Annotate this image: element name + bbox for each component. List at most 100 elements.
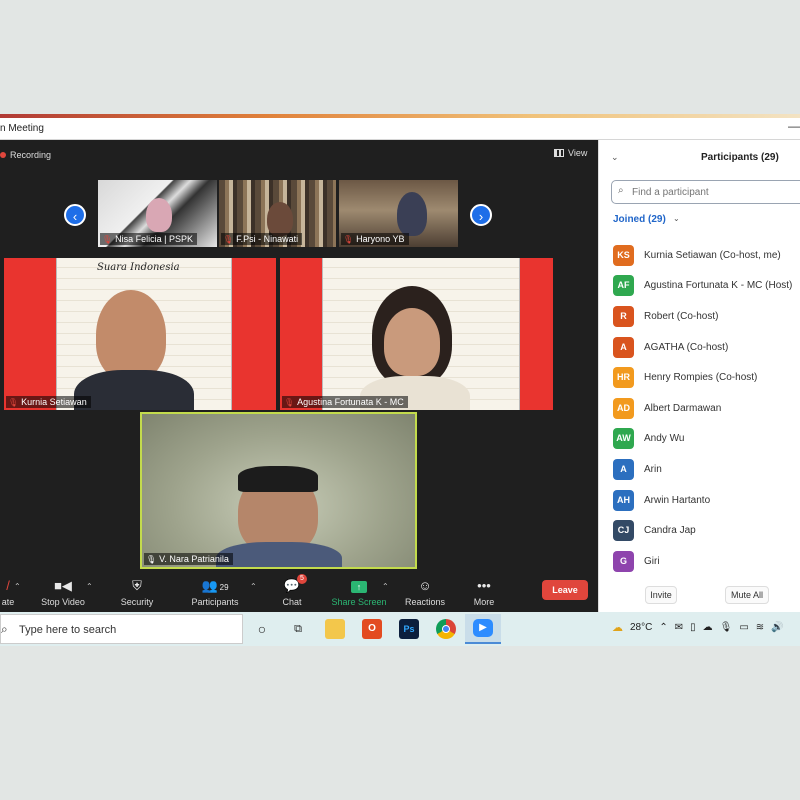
participant-row[interactable]: R Robert (Co-host) bbox=[613, 301, 800, 332]
volume-icon[interactable]: 🔊 bbox=[771, 622, 783, 633]
participants-panel: ⌄ Participants (29) ⌕ Joined (29) ⌄ KS Ku… bbox=[598, 140, 800, 612]
chrome-center-icon bbox=[442, 625, 450, 633]
weather-icon[interactable]: ☁ bbox=[612, 621, 623, 634]
file-explorer-icon[interactable] bbox=[325, 619, 345, 639]
participant-video bbox=[238, 466, 318, 492]
search-icon: ⌕ bbox=[618, 185, 624, 196]
participant-video bbox=[216, 542, 342, 567]
participant-name-label: 🎙 V. Nara Patrianila bbox=[144, 553, 233, 565]
chevron-up-icon[interactable]: ⌃ bbox=[86, 582, 93, 591]
security-label: Security bbox=[120, 597, 154, 607]
participant-row[interactable]: CJ Candra Jap bbox=[613, 515, 800, 546]
participants-count: 29 bbox=[219, 583, 229, 592]
participants-button[interactable]: 👥 29 Participants bbox=[186, 578, 244, 607]
chevron-up-icon[interactable]: ⌃ bbox=[14, 582, 21, 591]
taskbar: ⌕ Type here to search ○ ⧉ O Ps ▶ ☁ 28°C … bbox=[0, 612, 800, 646]
task-view-icon[interactable]: ⧉ bbox=[288, 619, 308, 639]
invite-button[interactable]: Invite bbox=[645, 586, 677, 604]
joined-section-label[interactable]: Joined (29) bbox=[613, 214, 666, 225]
cortana-icon[interactable]: ○ bbox=[252, 619, 272, 639]
leave-button[interactable]: Leave bbox=[542, 580, 588, 600]
participant-name-label: 🎙 Nisa Felicia | PSPK bbox=[100, 233, 198, 245]
video-thumbnail[interactable]: 🎙 Haryono YB bbox=[339, 180, 458, 247]
participant-name: Agustina Fortunata K - MC bbox=[297, 397, 404, 407]
participant-row[interactable]: A AGATHA (Co-host) bbox=[613, 332, 800, 363]
participant-name: Robert (Co-host) bbox=[644, 310, 719, 322]
participant-search[interactable]: ⌕ bbox=[611, 180, 800, 204]
chat-unread-badge: 5 bbox=[297, 574, 307, 584]
mic-icon: 🎙 bbox=[146, 554, 157, 564]
participant-row[interactable]: G Giri bbox=[613, 546, 800, 577]
chevron-down-icon[interactable]: ⌄ bbox=[611, 152, 619, 163]
avatar: KS bbox=[613, 244, 634, 266]
video-thumbnail[interactable]: 🎙 Nisa Felicia | PSPK bbox=[98, 180, 217, 247]
participant-row[interactable]: AF Agustina Fortunata K - MC (Host) bbox=[613, 271, 800, 302]
chevron-up-icon[interactable]: ⌃ bbox=[250, 582, 257, 591]
chat-label: Chat bbox=[282, 597, 302, 607]
participant-row[interactable]: HR Henry Rompies (Co-host) bbox=[613, 362, 800, 393]
participant-name: Arin bbox=[644, 463, 662, 475]
temperature[interactable]: 28°C bbox=[630, 622, 652, 633]
wifi-icon[interactable]: ≋ bbox=[756, 622, 764, 633]
virtual-background-stripe bbox=[4, 258, 56, 410]
office-icon[interactable]: O bbox=[362, 619, 382, 639]
unmute-label: ate bbox=[1, 597, 15, 607]
photoshop-icon[interactable]: Ps bbox=[399, 619, 419, 639]
video-tile[interactable]: 🎙 Agustina Fortunata K - MC bbox=[280, 258, 553, 410]
cloud-icon[interactable]: ☁ bbox=[703, 622, 713, 633]
tablet-icon[interactable]: ▯ bbox=[690, 622, 696, 633]
smiley-icon: ☺ bbox=[418, 578, 432, 593]
participant-row[interactable]: AW Andy Wu bbox=[613, 424, 800, 455]
active-speaker-tile[interactable]: 🎙 V. Nara Patrianila bbox=[140, 412, 417, 569]
participant-name: F.Psi - Ninawati bbox=[236, 234, 299, 244]
participant-name: Kurnia Setiawan (Co-host, me) bbox=[644, 249, 781, 261]
video-tile[interactable]: Suara Indonesia 🎙 Kurnia Setiawan bbox=[4, 258, 276, 410]
participant-name: Andy Wu bbox=[644, 433, 685, 445]
view-button[interactable]: View bbox=[554, 148, 587, 158]
more-button[interactable]: ••• More bbox=[468, 578, 500, 607]
gmail-icon[interactable]: ✉ bbox=[675, 622, 683, 633]
more-icon: ••• bbox=[477, 578, 491, 593]
reactions-button[interactable]: ☺ Reactions bbox=[402, 578, 448, 607]
avatar: R bbox=[613, 305, 634, 327]
mic-muted-icon: 🎙 bbox=[223, 234, 234, 244]
participant-name: Arwin Hartanto bbox=[644, 494, 711, 506]
chrome-icon[interactable] bbox=[436, 619, 456, 639]
more-label: More bbox=[473, 597, 495, 607]
participant-name-label: 🎙 Kurnia Setiawan bbox=[6, 396, 91, 408]
battery-icon[interactable]: ▭ bbox=[739, 622, 748, 633]
participant-name: V. Nara Patrianila bbox=[159, 554, 229, 564]
security-button[interactable]: ⛨ Security bbox=[116, 578, 158, 607]
participant-row[interactable]: AD Albert Darmawan bbox=[613, 393, 800, 424]
mic-icon[interactable]: 🎙 bbox=[720, 622, 733, 633]
chevron-up-icon[interactable]: ⌃ bbox=[659, 622, 667, 633]
participant-name: Nisa Felicia | PSPK bbox=[115, 234, 194, 244]
participant-name-label: 🎙 Haryono YB bbox=[341, 233, 409, 245]
window-title: n Meeting bbox=[0, 123, 44, 134]
search-icon: ⌕ bbox=[1, 622, 8, 636]
recording-indicator[interactable]: Recording bbox=[0, 150, 51, 160]
video-thumbnail[interactable]: 🎙 F.Psi - Ninawati bbox=[219, 180, 336, 247]
chevron-down-icon[interactable]: ⌄ bbox=[673, 214, 680, 223]
chevron-up-icon[interactable]: ⌃ bbox=[382, 582, 389, 591]
mute-all-button[interactable]: Mute All bbox=[725, 586, 769, 604]
search-input[interactable] bbox=[632, 185, 800, 199]
participant-row[interactable]: A Arin bbox=[613, 454, 800, 485]
participant-row[interactable]: AH Arwin Hartanto bbox=[613, 485, 800, 516]
virtual-background-stripe bbox=[520, 258, 553, 410]
zoom-taskbar-button[interactable]: ▶ bbox=[465, 614, 501, 644]
next-page-button[interactable]: › bbox=[470, 204, 492, 226]
avatar: AW bbox=[613, 428, 634, 450]
recording-dot-icon bbox=[0, 152, 6, 158]
participant-video bbox=[146, 198, 172, 232]
participant-row[interactable]: KS Kurnia Setiawan (Co-host, me) bbox=[613, 240, 800, 271]
video-icon: ■◀ bbox=[54, 578, 72, 593]
grid-view-icon bbox=[554, 149, 564, 157]
stop-video-button[interactable]: ■◀ Stop Video bbox=[36, 578, 90, 607]
minimize-icon[interactable]: — bbox=[788, 119, 800, 133]
taskbar-search[interactable]: ⌕ Type here to search bbox=[0, 614, 243, 644]
virtual-background-stripe bbox=[280, 258, 322, 410]
avatar: HR bbox=[613, 367, 634, 389]
prev-page-button[interactable]: ‹ bbox=[64, 204, 86, 226]
share-screen-button[interactable]: ↑ Share Screen bbox=[330, 578, 388, 607]
